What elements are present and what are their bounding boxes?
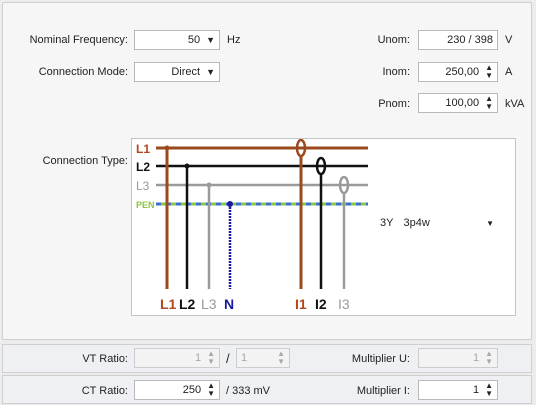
rail-label-l1: L1	[136, 142, 150, 156]
multiplier-i-label: Multiplier I:	[356, 385, 410, 397]
unom-unit: V	[505, 34, 513, 46]
rail-label-pen: PEN	[136, 200, 155, 210]
multiplier-u-label: Multiplier U:	[351, 353, 410, 365]
spinner-arrows-icon[interactable]: ▲ ▼	[207, 382, 215, 398]
rail-label-l3: L3	[136, 179, 150, 193]
mode-select[interactable]: Direct ▼	[134, 62, 220, 82]
ct-ratio-label: CT Ratio:	[81, 385, 128, 397]
vt-primary-spinner[interactable]: 1 ▲ ▼	[134, 348, 220, 368]
unom-label: Unom:	[377, 34, 410, 46]
chevron-down-icon: ▼	[486, 218, 494, 228]
connection-type-select[interactable]: 3Y 3p4w ▼	[380, 214, 500, 232]
vt-primary-value: 1	[194, 352, 202, 364]
spinner-arrows-icon[interactable]: ▲ ▼	[485, 64, 493, 80]
pnom-value: 100,00	[445, 97, 480, 109]
junction-l3	[206, 182, 212, 188]
rail-label-l2: L2	[136, 160, 150, 174]
multiplier-u-value: 1	[472, 352, 480, 364]
terminal-label-i1: I1	[295, 296, 307, 312]
mode-value: Direct	[171, 66, 201, 78]
multiplier-u-spinner[interactable]: 1 ▲ ▼	[418, 348, 498, 368]
multiplier-i-spinner[interactable]: 1 ▲ ▼	[418, 380, 498, 400]
spinner-arrows-icon: ▲ ▼	[277, 349, 285, 366]
unom-field[interactable]: 230 / 398	[418, 30, 498, 50]
inom-label: Inom:	[382, 66, 410, 78]
vt-ratio-label: VT Ratio:	[82, 353, 128, 365]
ct-ratio-value: 250	[182, 384, 202, 396]
spinner-arrows-icon[interactable]: ▲ ▼	[485, 95, 493, 111]
mode-label: Connection Mode:	[38, 66, 128, 78]
multiplier-i-value: 1	[472, 384, 480, 396]
wiring-diagram: L1 L2 L3 PEN L1 L2 L3 N I1 I2 I3	[136, 139, 368, 312]
connection-type-name: 3p4w	[403, 217, 430, 229]
inom-value: 250,00	[445, 66, 480, 78]
connection-type-label: Connection Type:	[42, 155, 128, 167]
terminal-label-i3: I3	[338, 296, 350, 312]
spinner-arrows-icon: ▲ ▼	[207, 349, 215, 366]
pnom-label: Pnom:	[378, 98, 410, 110]
pnom-spinner[interactable]: 100,00 ▲ ▼	[418, 93, 498, 113]
connection-type-code: 3Y	[380, 217, 394, 229]
frequency-value: 50	[187, 34, 201, 46]
terminal-label-n: N	[224, 296, 234, 312]
inom-unit: A	[505, 66, 513, 78]
unom-value: 230 / 398	[447, 34, 493, 46]
junction-l1	[164, 145, 170, 151]
spinner-arrows-icon: ▲ ▼	[485, 349, 493, 366]
terminal-label-l3: L3	[201, 296, 217, 312]
junction-l2	[184, 163, 190, 169]
chevron-down-icon: ▼	[206, 34, 215, 45]
terminal-label-l1: L1	[160, 296, 177, 312]
pnom-unit: kVA	[505, 98, 525, 110]
ct-ratio-suffix: / 333 mV	[226, 385, 271, 397]
ct-ratio-spinner[interactable]: 250 ▲ ▼	[134, 380, 220, 400]
inom-spinner[interactable]: 250,00 ▲ ▼	[418, 62, 498, 82]
vt-secondary-spinner[interactable]: 1 ▲ ▼	[236, 348, 290, 368]
terminal-label-i2: I2	[315, 296, 327, 312]
spinner-arrows-icon[interactable]: ▲ ▼	[485, 382, 493, 398]
vt-secondary-value: 1	[241, 352, 248, 364]
frequency-unit: Hz	[227, 34, 241, 46]
junction-n	[227, 201, 233, 207]
chevron-down-icon: ▼	[206, 66, 215, 77]
frequency-select[interactable]: 50 ▼	[134, 30, 220, 50]
terminal-label-l2: L2	[179, 296, 196, 312]
frequency-label: Nominal Frequency:	[29, 34, 128, 46]
vt-ratio-separator: /	[226, 351, 230, 366]
